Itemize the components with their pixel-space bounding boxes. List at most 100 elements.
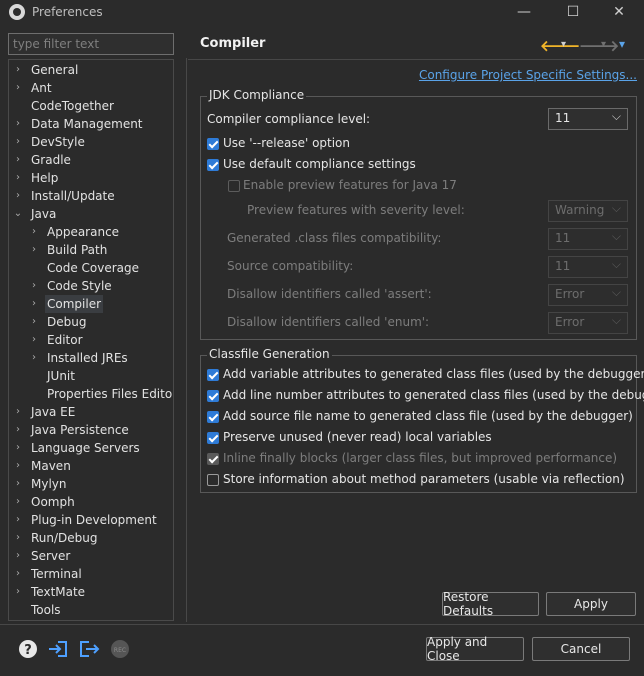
source-compat-label: Source compatibility: xyxy=(227,259,354,273)
classfile-option-label: Inline finally blocks (larger class file… xyxy=(223,451,618,465)
enum-identifier-value: Error xyxy=(555,315,585,329)
collapsed-chevron-icon[interactable]: › xyxy=(13,79,23,97)
use-default-compliance-checkbox[interactable] xyxy=(207,159,219,171)
tree-item-label: JUnit xyxy=(47,369,75,383)
filter-input[interactable] xyxy=(8,33,174,55)
view-menu-icon[interactable]: ▾ xyxy=(619,37,625,51)
generated-class-compat-label: Generated .class files compatibility: xyxy=(227,231,442,245)
collapsed-chevron-icon[interactable]: › xyxy=(29,331,39,349)
source-compat-value: 11 xyxy=(555,259,571,273)
collapsed-chevron-icon[interactable]: › xyxy=(13,511,23,529)
tree-item-label: Mylyn xyxy=(31,477,67,491)
restore-defaults-button[interactable]: Restore Defaults xyxy=(442,590,539,618)
assert-identifier-select[interactable]: Error xyxy=(548,284,628,306)
preference-tree[interactable]: › General › Ant CodeTogether › Data Management… xyxy=(8,59,174,621)
record-icon[interactable]: REC xyxy=(109,638,131,660)
collapsed-chevron-icon[interactable]: › xyxy=(13,133,23,151)
assert-identifier-value: Error xyxy=(555,287,585,301)
enable-preview-checkbox[interactable] xyxy=(228,180,240,192)
collapsed-chevron-icon[interactable]: › xyxy=(13,61,23,79)
classfile-option-checkbox[interactable] xyxy=(207,411,219,423)
collapsed-chevron-icon[interactable]: › xyxy=(13,529,23,547)
collapsed-chevron-icon xyxy=(13,97,23,115)
classfile-option-checkbox[interactable] xyxy=(207,390,219,402)
classfile-option-label: Add variable attributes to generated cla… xyxy=(223,367,644,381)
collapsed-chevron-icon[interactable]: › xyxy=(13,493,23,511)
collapsed-chevron-icon[interactable]: › xyxy=(13,583,23,601)
compliance-level-select[interactable]: 11 xyxy=(548,108,628,130)
collapsed-chevron-icon[interactable]: › xyxy=(13,457,23,475)
collapsed-chevron-icon[interactable]: › xyxy=(13,421,23,439)
classfile-option-checkbox[interactable] xyxy=(207,474,219,486)
generated-class-compat-value: 11 xyxy=(555,231,571,245)
collapsed-chevron-icon[interactable]: › xyxy=(13,403,23,421)
tree-item-label: Java xyxy=(31,207,57,221)
collapsed-chevron-icon[interactable]: › xyxy=(13,169,23,187)
source-compat-select[interactable]: 11 xyxy=(548,256,628,278)
collapsed-chevron-icon[interactable]: › xyxy=(29,313,39,331)
generated-class-compat-select[interactable]: 11 xyxy=(548,228,628,250)
tree-item-label: Run/Debug xyxy=(31,531,98,545)
tree-item-label: DevStyle xyxy=(31,135,85,149)
collapsed-chevron-icon[interactable]: › xyxy=(13,439,23,457)
tree-item-label: Compiler xyxy=(45,295,104,313)
collapsed-chevron-icon[interactable]: › xyxy=(13,547,23,565)
enum-identifier-select[interactable]: Error xyxy=(548,312,628,334)
classfile-option-checkbox[interactable] xyxy=(207,432,219,444)
collapsed-chevron-icon[interactable]: › xyxy=(13,565,23,583)
group-title: Classfile Generation xyxy=(207,347,332,361)
collapsed-chevron-icon xyxy=(29,385,39,403)
apply-button[interactable]: Apply xyxy=(546,592,636,616)
classfile-option-checkbox[interactable] xyxy=(207,369,219,381)
collapsed-chevron-icon[interactable]: › xyxy=(13,115,23,133)
tree-item-label: Appearance xyxy=(47,225,120,239)
collapsed-chevron-icon[interactable]: › xyxy=(29,241,39,259)
classfile-option-label: Add source file name to generated class … xyxy=(223,409,633,423)
svg-text:?: ? xyxy=(24,643,32,658)
tree-item-label: Gradle xyxy=(31,153,71,167)
compliance-level-label: Compiler compliance level: xyxy=(207,112,371,126)
compliance-level-value: 11 xyxy=(555,111,571,125)
tree-item-label: Help xyxy=(31,171,59,185)
minimize-button[interactable]: — xyxy=(504,0,544,24)
pane-divider[interactable] xyxy=(186,58,187,622)
collapsed-chevron-icon[interactable]: › xyxy=(29,295,39,313)
project-specific-settings-link[interactable]: Configure Project Specific Settings... xyxy=(419,68,637,82)
expanded-chevron-icon[interactable]: ⌄ xyxy=(13,205,23,223)
tree-item-label: General xyxy=(31,63,79,77)
cancel-button[interactable]: Cancel xyxy=(532,637,630,661)
svg-text:REC: REC xyxy=(114,647,126,654)
collapsed-chevron-icon[interactable]: › xyxy=(13,475,23,493)
back-menu-chevron-icon[interactable]: ▾ xyxy=(561,39,566,50)
tree-item-label: CodeTogether xyxy=(31,99,114,113)
collapsed-chevron-icon[interactable]: › xyxy=(29,223,39,241)
eclipse-gear-icon xyxy=(9,4,25,20)
forward-arrow-icon[interactable]: 🡒 xyxy=(579,36,619,55)
tree-item-label: Language Servers xyxy=(31,441,140,455)
forward-menu-chevron-icon[interactable]: ▾ xyxy=(601,39,606,50)
collapsed-chevron-icon xyxy=(29,367,39,385)
page-title: Compiler xyxy=(200,36,266,51)
tree-item-label: Oomph xyxy=(31,495,75,509)
apply-and-close-button[interactable]: Apply and Close xyxy=(426,635,524,663)
use-release-checkbox[interactable] xyxy=(207,138,219,150)
maximize-button[interactable]: ☐ xyxy=(553,0,593,24)
use-release-label: Use '--release' option xyxy=(223,136,351,150)
enable-preview-label: Enable preview features for Java 17 xyxy=(243,178,457,192)
collapsed-chevron-icon[interactable]: › xyxy=(29,349,39,367)
help-icon[interactable]: ? xyxy=(17,638,39,660)
classfile-option-label: Add line number attributes to generated … xyxy=(223,388,644,402)
export-icon[interactable] xyxy=(78,638,100,660)
collapsed-chevron-icon[interactable]: › xyxy=(13,187,23,205)
title-separator xyxy=(188,59,644,60)
import-icon[interactable] xyxy=(47,638,69,660)
close-window-button[interactable]: ✕ xyxy=(599,0,639,24)
tree-item-label: Server xyxy=(31,549,71,563)
collapsed-chevron-icon xyxy=(29,259,39,277)
collapsed-chevron-icon xyxy=(13,601,23,619)
collapsed-chevron-icon[interactable]: › xyxy=(13,151,23,169)
classfile-option-checkbox[interactable] xyxy=(207,453,219,465)
preview-severity-select[interactable]: Warning xyxy=(548,200,628,222)
collapsed-chevron-icon[interactable]: › xyxy=(29,277,39,295)
tree-item-label: Properties Files Editor xyxy=(47,387,174,401)
